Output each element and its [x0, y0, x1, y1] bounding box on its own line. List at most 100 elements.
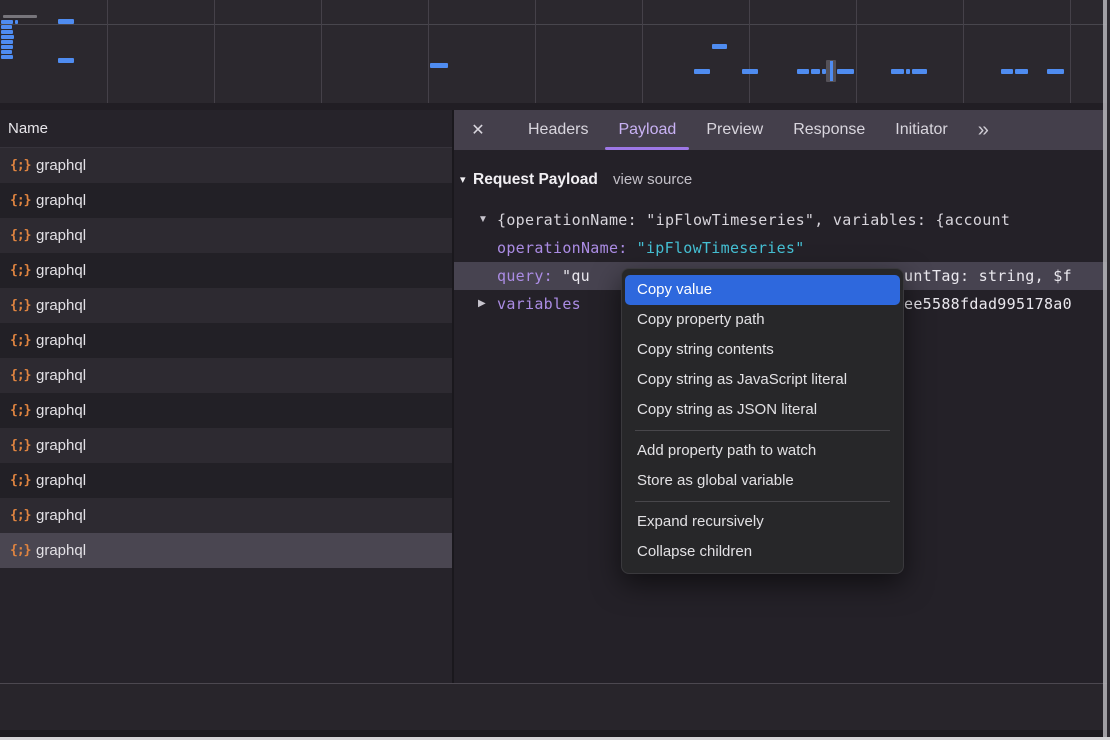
network-overview[interactable] [0, 0, 1110, 103]
overview-gridline-horizontal [0, 24, 1110, 25]
request-row-graphql[interactable]: {;}graphql [0, 148, 452, 183]
overview-request-bar [1, 25, 12, 29]
menu-item-copy-string-as-javascript-literal[interactable]: Copy string as JavaScript literal [625, 365, 900, 395]
menu-divider [635, 501, 890, 502]
json-braces-icon: {;} [10, 473, 36, 488]
menu-item-copy-string-as-json-literal[interactable]: Copy string as JSON literal [625, 395, 900, 425]
request-row-graphql[interactable]: {;}graphql [0, 393, 452, 428]
close-icon[interactable]: ✕ [470, 120, 486, 140]
overview-request-bar [912, 69, 927, 74]
column-header-name[interactable]: Name [0, 110, 452, 148]
overview-request-bar [58, 58, 74, 63]
json-braces-icon: {;} [10, 508, 36, 523]
json-braces-icon: {;} [10, 228, 36, 243]
overview-request-bar [1, 55, 13, 59]
request-row-graphql[interactable]: {;}graphql [0, 498, 452, 533]
overview-request-bar [58, 19, 74, 24]
request-name: graphql [36, 157, 86, 174]
request-row-graphql[interactable]: {;}graphql [0, 253, 452, 288]
overview-gridline [214, 0, 215, 103]
overview-gridline [749, 0, 750, 103]
request-name: graphql [36, 507, 86, 524]
request-name: graphql [36, 402, 86, 419]
payload-root-row[interactable]: ▼ {operationName: "ipFlowTimeseries", va… [454, 206, 1110, 234]
request-name: graphql [36, 332, 86, 349]
more-tabs-icon[interactable]: » [978, 110, 989, 150]
menu-item-store-as-global-variable[interactable]: Store as global variable [625, 466, 900, 496]
overview-gridline [963, 0, 964, 103]
request-row-graphql[interactable]: {;}graphql [0, 463, 452, 498]
request-name: graphql [36, 367, 86, 384]
menu-item-expand-recursively[interactable]: Expand recursively [625, 507, 900, 537]
overview-request-bar [1001, 69, 1013, 74]
overview-request-bar [891, 69, 904, 74]
payload-operation-row[interactable]: operationName: "ipFlowTimeseries" [454, 234, 1110, 262]
footer-empty-area [0, 684, 1110, 730]
overview-request-bar [1, 50, 12, 54]
context-menu: Copy valueCopy property pathCopy string … [621, 268, 904, 574]
property-key: operationName: [497, 239, 628, 257]
request-row-graphql[interactable]: {;}graphql [0, 288, 452, 323]
property-value-clipped: ee5588fdad995178a0 [904, 290, 1072, 318]
root-preview-text: {operationName: "ipFlowTimeseries", vari… [497, 206, 1010, 234]
overview-gridline [428, 0, 429, 103]
request-row-graphql[interactable]: {;}graphql [0, 323, 452, 358]
collapse-triangle-icon[interactable]: ▼ [478, 206, 488, 234]
menu-item-copy-property-path[interactable]: Copy property path [625, 305, 900, 335]
overview-request-bar [430, 63, 448, 68]
overview-gridline [642, 0, 643, 103]
overview-request-bar [1, 35, 14, 39]
overview-gridline [321, 0, 322, 103]
menu-item-copy-string-contents[interactable]: Copy string contents [625, 335, 900, 365]
expand-triangle-icon[interactable]: ▶ [478, 290, 486, 318]
request-name: graphql [36, 437, 86, 454]
tab-initiator[interactable]: Initiator [895, 110, 947, 150]
request-row-graphql[interactable]: {;}graphql [0, 358, 452, 393]
request-name: graphql [36, 192, 86, 209]
request-row-graphql[interactable]: {;}graphql [0, 183, 452, 218]
overview-request-bar [1, 20, 13, 24]
menu-item-add-property-path-to-watch[interactable]: Add property path to watch [625, 436, 900, 466]
menu-divider [635, 430, 890, 431]
overview-pending-bar [3, 15, 37, 18]
section-collapse-icon[interactable]: ▾ [460, 166, 466, 194]
overview-request-bar [811, 69, 820, 74]
request-list: {;}graphql{;}graphql{;}graphql{;}graphql… [0, 148, 452, 568]
overview-request-bar [712, 44, 727, 49]
tab-preview[interactable]: Preview [706, 110, 763, 150]
column-header-label: Name [8, 120, 48, 137]
property-key: variables [497, 295, 581, 313]
json-braces-icon: {;} [10, 438, 36, 453]
request-name: graphql [36, 297, 86, 314]
menu-item-collapse-children[interactable]: Collapse children [625, 537, 900, 567]
property-key: query: [497, 267, 553, 285]
detail-tab-bar: ✕ Headers Payload Preview Response Initiator… [454, 110, 1110, 150]
json-braces-icon: {;} [10, 543, 36, 558]
overview-gridline [535, 0, 536, 103]
json-braces-icon: {;} [10, 193, 36, 208]
property-value-clipped: untTag: string, $f [904, 262, 1072, 290]
view-source-link[interactable]: view source [613, 166, 692, 194]
request-name: graphql [36, 472, 86, 489]
tab-payload[interactable]: Payload [618, 110, 676, 150]
menu-item-copy-value[interactable]: Copy value [625, 275, 900, 305]
request-row-graphql[interactable]: {;}graphql [0, 533, 452, 568]
overview-request-bar [837, 69, 854, 74]
overview-request-bar [742, 69, 758, 74]
overview-marker-line [830, 61, 833, 81]
json-braces-icon: {;} [10, 368, 36, 383]
request-name: graphql [36, 262, 86, 279]
tab-headers[interactable]: Headers [528, 110, 588, 150]
request-row-graphql[interactable]: {;}graphql [0, 428, 452, 463]
json-braces-icon: {;} [10, 403, 36, 418]
request-row-graphql[interactable]: {;}graphql [0, 218, 452, 253]
overview-request-bar [1, 45, 13, 49]
json-braces-icon: {;} [10, 298, 36, 313]
json-braces-icon: {;} [10, 333, 36, 348]
property-value-string: "ipFlowTimeseries" [637, 239, 805, 257]
overview-request-bar [694, 69, 710, 74]
json-braces-icon: {;} [10, 263, 36, 278]
tab-response[interactable]: Response [793, 110, 865, 150]
request-payload-section-header[interactable]: ▾ Request Payload view source [454, 166, 1110, 194]
property-value-start: "qu [562, 267, 590, 285]
